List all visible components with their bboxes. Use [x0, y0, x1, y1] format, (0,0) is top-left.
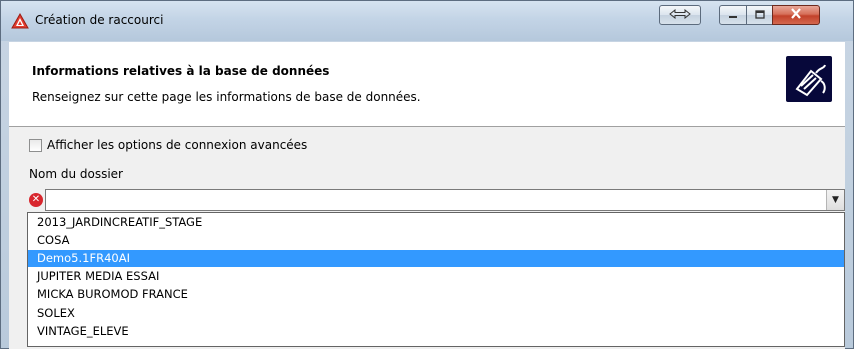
maximize-icon — [754, 8, 765, 22]
folder-name-label: Nom du dossier — [29, 167, 123, 181]
folder-name-combobox[interactable]: ▼ — [45, 189, 845, 211]
dropdown-item[interactable]: VINTAGE_ELEVE — [28, 323, 844, 340]
dropdown-item[interactable]: COSA — [28, 232, 844, 249]
form-panel: Afficher les options de connexion avancé… — [9, 127, 845, 349]
header-subtitle: Renseignez sur cette page les informatio… — [32, 90, 421, 104]
window-title: Création de raccourci — [35, 13, 164, 27]
close-button[interactable] — [772, 5, 820, 25]
dropdown-item-selected[interactable]: Demo5.1FR40AI — [28, 250, 844, 267]
dialog-window: Création de raccourci Informations relat… — [0, 0, 854, 349]
error-icon: ✕ — [29, 193, 43, 207]
maximize-button[interactable] — [746, 5, 773, 25]
app-logo-icon — [11, 12, 29, 29]
minimize-button[interactable] — [719, 5, 747, 25]
advanced-options-label[interactable]: Afficher les options de connexion avancé… — [47, 138, 307, 152]
minimize-icon — [728, 8, 738, 22]
dropdown-item[interactable]: JUPITER MEDIA ESSAI — [28, 268, 844, 285]
resize-arrows-icon — [669, 8, 691, 22]
header-panel: Informations relatives à la base de donn… — [9, 42, 845, 127]
dropdown-item[interactable]: MICKA BUROMOD FRANCE — [28, 286, 844, 303]
advanced-options-row[interactable]: Afficher les options de connexion avancé… — [29, 137, 307, 153]
header-title: Informations relatives à la base de donn… — [32, 64, 330, 78]
resize-button[interactable] — [659, 5, 701, 25]
dropdown-item[interactable]: 2013_JARDINCREATIF_STAGE — [28, 214, 844, 231]
dropdown-item[interactable]: SOLEX — [28, 305, 844, 322]
title-bar[interactable]: Création de raccourci — [1, 1, 853, 41]
plug-cable-icon — [786, 56, 832, 102]
chevron-down-icon[interactable]: ▼ — [826, 190, 844, 210]
close-icon — [790, 7, 802, 23]
advanced-options-checkbox[interactable] — [29, 138, 42, 152]
folder-dropdown-list[interactable]: 2013_JARDINCREATIF_STAGE COSA Demo5.1FR4… — [27, 212, 845, 347]
